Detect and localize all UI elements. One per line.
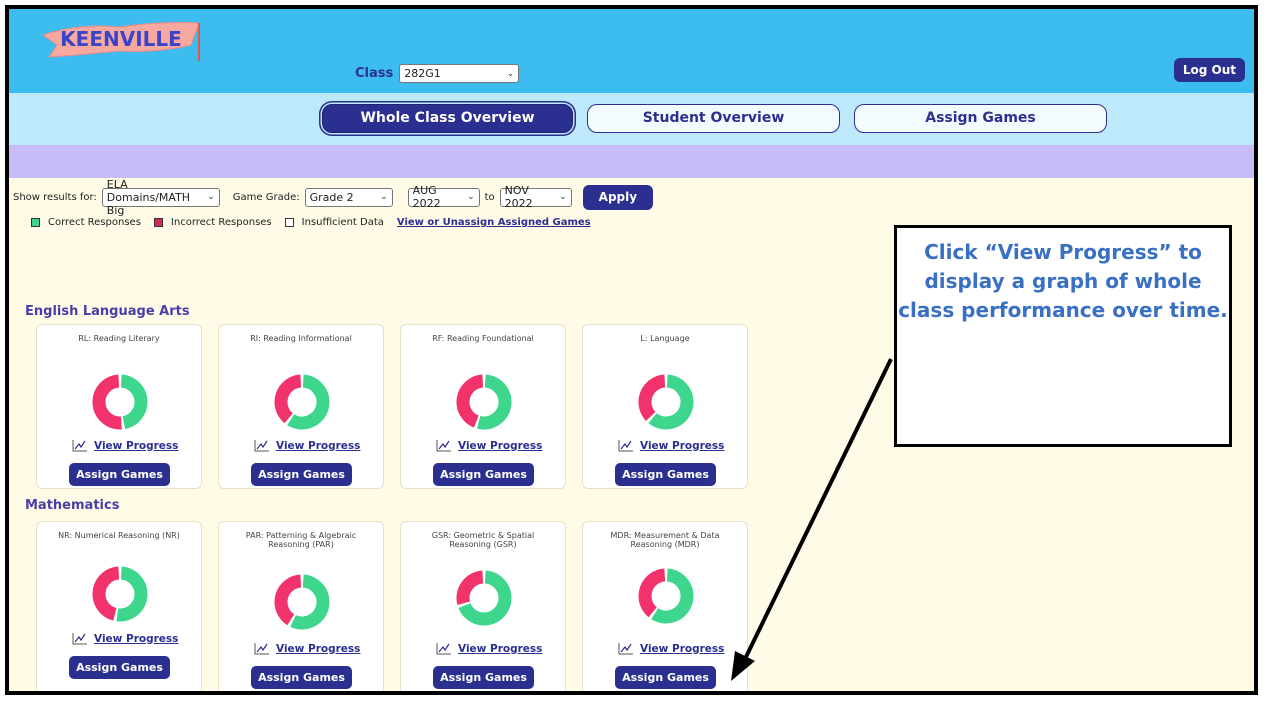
screenshot-frame: KEENVILLE Class 282G1 ⌄ Log Out Whole Cl… xyxy=(5,5,1258,695)
callout-arrow xyxy=(731,358,893,681)
